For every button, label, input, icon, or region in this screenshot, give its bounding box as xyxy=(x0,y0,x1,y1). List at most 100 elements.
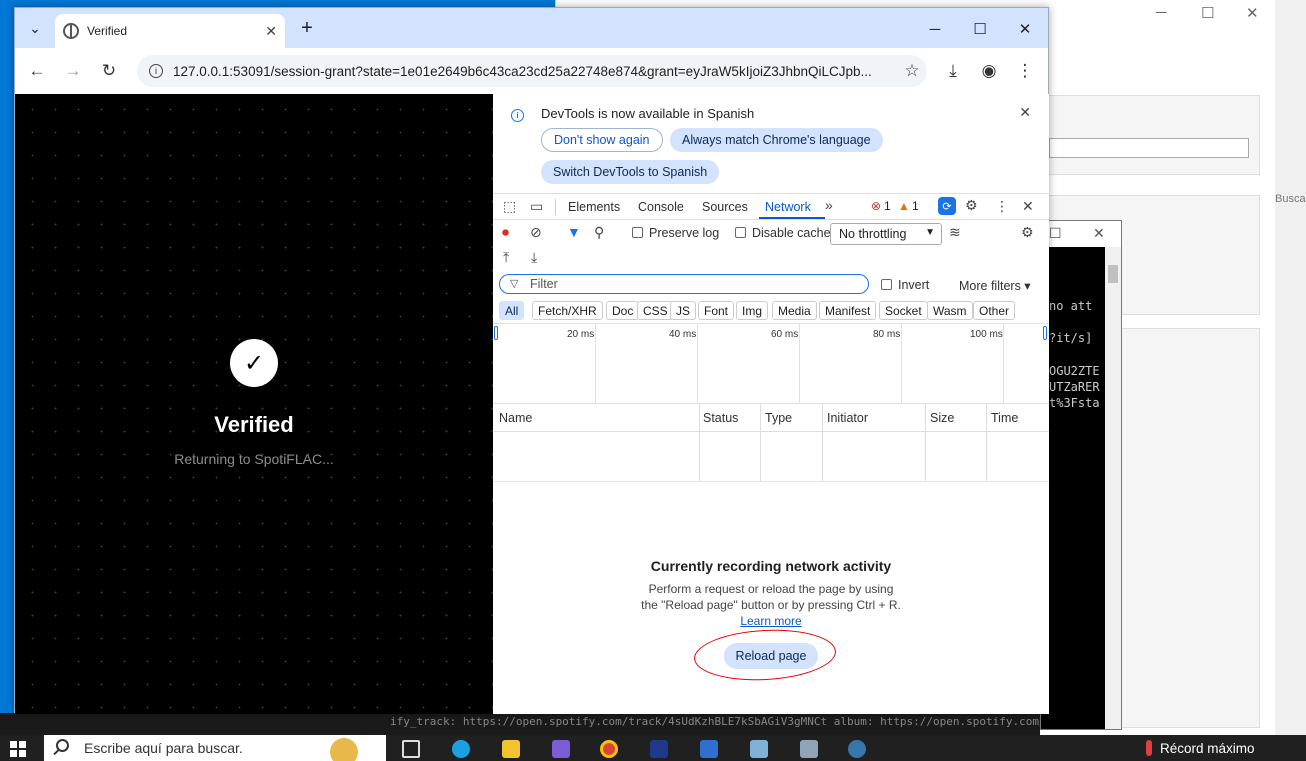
app-icon[interactable] xyxy=(552,740,570,758)
warning-count[interactable]: 1 xyxy=(912,199,919,213)
close-devtools-icon[interactable]: ✕ xyxy=(1022,198,1034,215)
network-overview-timeline[interactable]: 20 ms 40 ms 60 ms 80 ms 100 ms xyxy=(493,324,1049,404)
settings-gear-icon[interactable]: ⚙ xyxy=(965,197,978,214)
type-filter-doc[interactable]: Doc xyxy=(606,301,640,320)
always-match-language-button[interactable]: Always match Chrome's language xyxy=(670,128,883,152)
forward-arrow-icon[interactable]: → xyxy=(59,58,87,84)
throttling-select[interactable]: No throttling ▼ xyxy=(830,223,942,245)
empty-state-title: Currently recording network activity xyxy=(650,558,892,574)
disable-cache-checkbox[interactable] xyxy=(735,227,746,238)
terminal-close-icon[interactable]: ✕ xyxy=(1093,225,1105,242)
dont-show-again-button[interactable]: Don't show again xyxy=(541,128,663,152)
filter-input[interactable]: ▽ Filter xyxy=(499,274,869,294)
customize-kebab-icon[interactable]: ⋮ xyxy=(995,198,1009,215)
bg-maximize-icon[interactable]: ☐ xyxy=(1201,4,1214,22)
app-icon[interactable] xyxy=(700,740,718,758)
column-type[interactable]: Type xyxy=(765,411,792,425)
type-filter-img[interactable]: Img xyxy=(736,301,769,320)
windows-start-icon[interactable] xyxy=(10,741,26,757)
powershell-icon[interactable] xyxy=(650,740,668,758)
maximize-button[interactable]: ☐ xyxy=(957,16,1003,42)
type-filter-wasm[interactable]: Wasm xyxy=(927,301,973,320)
app-icon[interactable] xyxy=(750,740,768,758)
tab-console[interactable]: Console xyxy=(638,200,684,214)
search-icon[interactable]: ⚲ xyxy=(594,224,604,241)
preserve-log-label[interactable]: Preserve log xyxy=(649,226,719,240)
type-filter-css[interactable]: CSS xyxy=(637,301,674,320)
new-tab-plus-icon[interactable]: + xyxy=(293,14,321,42)
type-filter-media[interactable]: Media xyxy=(772,301,817,320)
type-filter-bar: All Fetch/XHR Doc CSS JS Font Img Media … xyxy=(493,298,1049,324)
tab-elements[interactable]: Elements xyxy=(568,200,620,214)
error-icon[interactable]: ⊗ xyxy=(871,199,881,213)
column-initiator[interactable]: Initiator xyxy=(827,411,868,425)
type-filter-js[interactable]: JS xyxy=(670,301,697,320)
warning-icon[interactable]: ▲ xyxy=(898,199,910,213)
switch-to-spanish-button[interactable]: Switch DevTools to Spanish xyxy=(541,160,720,184)
tab-close-icon[interactable]: ✕ xyxy=(265,23,277,40)
timeline-right-handle[interactable] xyxy=(1043,326,1047,340)
column-name[interactable]: Name xyxy=(499,411,532,425)
invert-label[interactable]: Invert xyxy=(898,278,929,292)
type-filter-fetch-xhr[interactable]: Fetch/XHR xyxy=(532,301,603,320)
invert-checkbox[interactable] xyxy=(881,279,892,290)
type-filter-other[interactable]: Other xyxy=(973,301,1016,320)
address-bar[interactable]: i 127.0.0.1:53091/session-grant?state=1e… xyxy=(137,55,927,87)
grid-line xyxy=(595,324,596,404)
close-window-button[interactable]: ✕ xyxy=(1002,16,1048,42)
inspect-element-icon[interactable]: ⬚ xyxy=(503,198,516,215)
terminal-maximize-icon[interactable]: ☐ xyxy=(1049,225,1062,242)
python-icon[interactable] xyxy=(848,740,866,758)
tab-sources[interactable]: Sources xyxy=(702,200,748,214)
reload-icon[interactable]: ↻ xyxy=(95,58,123,84)
file-explorer-icon[interactable] xyxy=(502,740,520,758)
tab-verified[interactable]: Verified ✕ xyxy=(55,14,285,48)
task-view-icon[interactable] xyxy=(402,740,420,758)
more-filters-dropdown[interactable]: More filters ▾ xyxy=(959,278,1031,293)
type-filter-all[interactable]: All xyxy=(499,301,525,320)
import-har-icon[interactable]: ⤒ xyxy=(503,249,509,266)
bg-input[interactable] xyxy=(1049,138,1249,158)
error-count[interactable]: 1 xyxy=(884,199,891,213)
network-settings-gear-icon[interactable]: ⚙ xyxy=(1021,224,1034,241)
profile-icon[interactable]: ◉ xyxy=(975,58,1003,84)
app-icon[interactable] xyxy=(800,740,818,758)
minimize-button[interactable]: ─ xyxy=(912,16,958,42)
tab-search-chevron-icon[interactable]: ⌄ xyxy=(21,14,49,42)
thermometer-icon xyxy=(1146,740,1152,756)
column-status[interactable]: Status xyxy=(703,411,738,425)
tab-network[interactable]: Network xyxy=(765,200,811,214)
device-toolbar-icon[interactable]: ▭ xyxy=(530,198,543,215)
url-text[interactable]: 127.0.0.1:53091/session-grant?state=1e01… xyxy=(173,64,897,79)
type-filter-socket[interactable]: Socket xyxy=(879,301,928,320)
export-har-icon[interactable]: ⤓ xyxy=(531,249,537,266)
column-time[interactable]: Time xyxy=(991,411,1018,425)
scrollbar-thumb[interactable] xyxy=(1108,265,1118,283)
edge-icon[interactable] xyxy=(452,740,470,758)
chrome-icon[interactable] xyxy=(600,740,618,758)
bg-close-icon[interactable]: ✕ xyxy=(1246,4,1259,22)
column-size[interactable]: Size xyxy=(930,411,954,425)
type-filter-manifest[interactable]: Manifest xyxy=(819,301,877,320)
preserve-log-checkbox[interactable] xyxy=(632,227,643,238)
record-stop-icon[interactable]: ⏺ xyxy=(502,224,509,241)
learn-more-link[interactable]: Learn more xyxy=(740,614,801,628)
timeline-left-handle[interactable] xyxy=(494,326,498,340)
terminal-titlebar: ☐ ✕ xyxy=(1041,221,1121,247)
type-filter-font[interactable]: Font xyxy=(698,301,735,320)
infobar-close-icon[interactable]: ✕ xyxy=(1019,104,1031,121)
more-tabs-chevron-icon[interactable]: » xyxy=(825,197,833,213)
network-conditions-icon[interactable]: ≋ xyxy=(949,224,961,241)
filter-funnel-icon[interactable]: ▼ xyxy=(567,224,581,240)
bg-minimize-icon[interactable]: ─ xyxy=(1156,4,1167,21)
ai-assistance-icon[interactable]: ⟳ xyxy=(938,197,956,215)
back-arrow-icon[interactable]: ← xyxy=(23,58,51,84)
weather-widget[interactable]: Récord máximo xyxy=(1146,735,1255,761)
bookmark-star-icon[interactable]: ☆ xyxy=(897,61,927,81)
disable-cache-label[interactable]: Disable cache xyxy=(752,226,831,240)
download-icon[interactable]: ⤓ xyxy=(939,58,967,84)
menu-kebab-icon[interactable]: ⋮ xyxy=(1011,58,1039,84)
clear-icon[interactable]: ⊘ xyxy=(530,224,542,241)
terminal-scrollbar[interactable] xyxy=(1105,247,1121,729)
site-info-icon[interactable]: i xyxy=(149,64,163,78)
